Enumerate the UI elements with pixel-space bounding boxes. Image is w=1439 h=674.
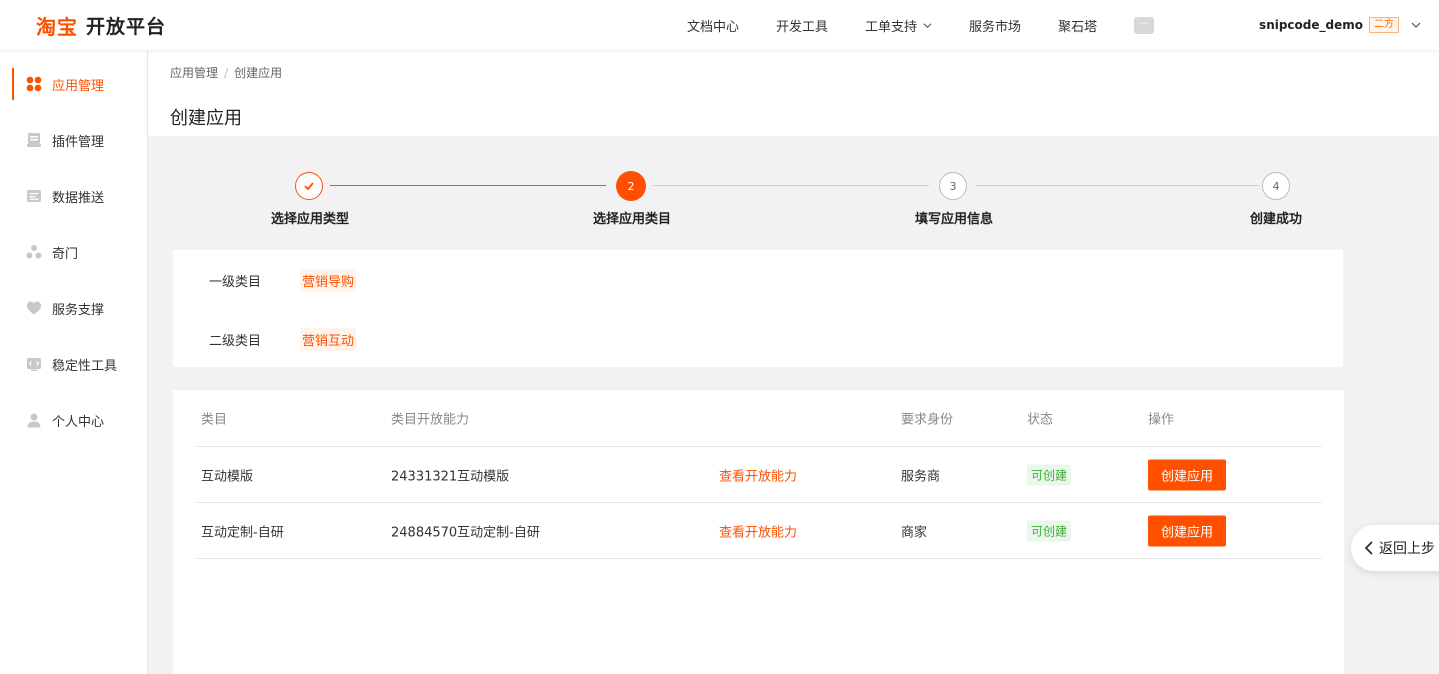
status-badge: 可创建 <box>1027 520 1072 541</box>
data-push-icon <box>26 188 42 204</box>
nav-dev-tools[interactable]: 开发工具 <box>776 16 828 35</box>
back-previous-step-button[interactable]: 返回上步 <box>1351 525 1439 571</box>
chevron-left-icon <box>1364 541 1373 555</box>
logo-subtitle: 开放平台 <box>86 16 167 38</box>
breadcrumb: 应用管理 / 创建应用 <box>170 64 282 81</box>
row-capability: 24331321互动模版 <box>391 469 510 484</box>
step-2-indicator: 2 <box>616 171 646 201</box>
level1-category-tag: 营销导购 <box>300 269 357 292</box>
level1-category-label: 一级类目 <box>209 275 262 290</box>
user-menu[interactable]: snipcode_demo 二方 <box>1259 0 1421 50</box>
step-progress: 2 3 4 选择应用类型 选择应用类目 填写应用信息 创建成功 <box>148 160 1439 230</box>
logo[interactable]: 淘宝 开放平台 <box>36 11 166 40</box>
top-header: 淘宝 开放平台 文档中心 开发工具 工单支持 服务市场 聚石塔 ··· snip… <box>0 0 1439 50</box>
sidebar-item-data-push[interactable]: 数据推送 <box>0 168 147 224</box>
sidebar-item-label: 个人中心 <box>52 414 105 430</box>
user-role-badge: 二方 <box>1369 17 1399 33</box>
table-header: 类目 类目开放能力 要求身份 状态 操作 <box>195 390 1322 447</box>
create-app-button[interactable]: 创建应用 <box>1148 459 1226 490</box>
row-capability: 24884570互动定制-自研 <box>391 525 540 540</box>
logo-brand: 淘宝 <box>36 15 78 39</box>
level2-category-row: 二级类目 营销互动 <box>209 328 357 351</box>
status-badge: 可创建 <box>1027 464 1072 485</box>
message-button[interactable]: ··· <box>1134 16 1155 34</box>
sidebar-item-label: 服务支撑 <box>52 302 105 318</box>
sidebar-item-label: 稳定性工具 <box>52 358 118 374</box>
sidebar-item-personal-center[interactable]: 个人中心 <box>0 392 147 448</box>
top-nav: 文档中心 开发工具 工单支持 服务市场 聚石塔 ··· <box>687 0 1191 50</box>
step-connector <box>976 185 1259 186</box>
step-1-indicator <box>295 172 323 200</box>
create-app-button[interactable]: 创建应用 <box>1148 515 1226 546</box>
step-3-indicator: 3 <box>939 172 967 200</box>
category-summary-card: 一级类目 营销导购 二级类目 营销互动 <box>173 250 1343 367</box>
qimen-icon <box>26 244 42 260</box>
sidebar-item-label: 插件管理 <box>52 134 105 150</box>
grid-icon <box>26 76 42 92</box>
view-capability-link[interactable]: 查看开放能力 <box>719 465 797 484</box>
heart-icon <box>26 300 42 316</box>
sidebar-item-label: 应用管理 <box>52 78 105 94</box>
column-header-identity: 要求身份 <box>901 412 954 428</box>
nav-docs[interactable]: 文档中心 <box>687 16 739 35</box>
back-button-label: 返回上步 <box>1379 541 1435 557</box>
table-row: 互动模版 24331321互动模版 查看开放能力 服务商 可创建 创建应用 <box>195 447 1322 503</box>
level1-category-row: 一级类目 营销导购 <box>209 269 357 292</box>
user-icon <box>26 412 42 428</box>
row-category: 互动模版 <box>201 469 254 484</box>
plugin-icon <box>26 132 42 148</box>
row-category: 互动定制-自研 <box>201 525 284 540</box>
sidebar-item-app-management[interactable]: 应用管理 <box>0 56 147 112</box>
sidebar-item-plugin-management[interactable]: 插件管理 <box>0 112 147 168</box>
chat-bubble-icon: ··· <box>1134 16 1155 34</box>
chevron-down-icon <box>1411 22 1421 28</box>
step-connector <box>653 185 929 186</box>
breadcrumb-separator: / <box>224 66 229 80</box>
nav-ticket-support[interactable]: 工单支持 <box>865 16 932 35</box>
step-3-label: 填写应用信息 <box>914 212 994 227</box>
category-table: 类目 类目开放能力 要求身份 状态 操作 互动模版 24331321互动模版 查… <box>173 390 1344 674</box>
checkmark-icon <box>304 182 314 191</box>
sidebar-item-stability-tools[interactable]: 稳定性工具 <box>0 336 147 392</box>
nav-jushita[interactable]: 聚石塔 <box>1058 16 1097 35</box>
level2-category-tag: 营销互动 <box>300 328 357 351</box>
step-connector <box>330 185 606 186</box>
column-header-status: 状态 <box>1027 412 1054 428</box>
sidebar-item-label: 数据推送 <box>52 190 105 206</box>
step-2-label: 选择应用类目 <box>592 212 672 227</box>
sidebar: 应用管理 插件管理 数据推送 奇门 服务支撑 稳定性工具 个人中心 <box>0 50 148 674</box>
row-identity: 商家 <box>901 525 928 540</box>
view-capability-link[interactable]: 查看开放能力 <box>719 521 797 540</box>
sidebar-item-service-support[interactable]: 服务支撑 <box>0 280 147 336</box>
page-title: 创建应用 <box>170 108 242 129</box>
step-1-label: 选择应用类型 <box>270 212 350 227</box>
row-identity: 服务商 <box>901 469 941 484</box>
sidebar-item-label: 奇门 <box>52 246 79 262</box>
column-header-capability: 类目开放能力 <box>391 412 470 428</box>
column-header-action: 操作 <box>1148 412 1175 428</box>
code-tool-icon <box>26 356 42 372</box>
table-row: 互动定制-自研 24884570互动定制-自研 查看开放能力 商家 可创建 创建… <box>195 503 1322 559</box>
step-4-indicator: 4 <box>1262 172 1290 200</box>
nav-service-market[interactable]: 服务市场 <box>969 16 1021 35</box>
breadcrumb-item-create-app: 创建应用 <box>234 66 283 80</box>
step-4-label: 创建成功 <box>1249 212 1303 227</box>
page-header: 应用管理 / 创建应用 创建应用 <box>148 50 1439 136</box>
level2-category-label: 二级类目 <box>209 334 262 349</box>
username: snipcode_demo <box>1259 18 1363 32</box>
breadcrumb-item-app-management[interactable]: 应用管理 <box>170 66 218 80</box>
column-header-category: 类目 <box>201 412 228 428</box>
sidebar-item-qimen[interactable]: 奇门 <box>0 224 147 280</box>
chevron-down-icon <box>923 22 932 28</box>
